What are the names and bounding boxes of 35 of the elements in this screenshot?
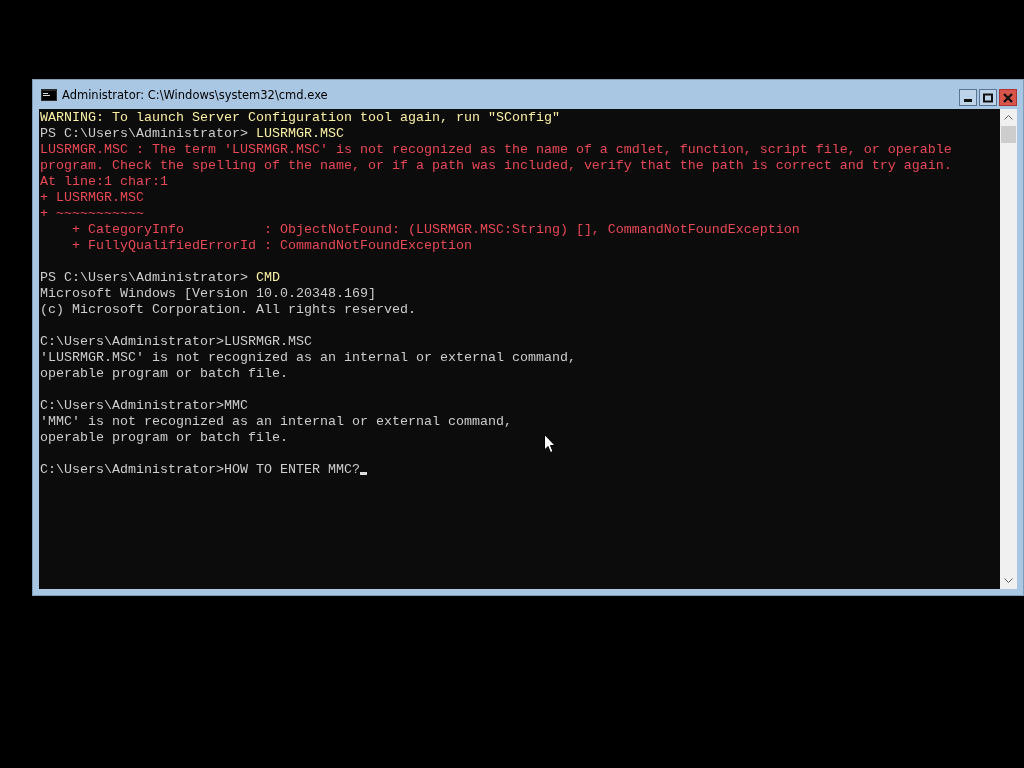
minimize-button[interactable] <box>959 89 977 106</box>
close-icon <box>1003 92 1013 103</box>
scroll-thumb[interactable] <box>1001 126 1016 143</box>
minimize-icon <box>964 99 972 102</box>
close-button[interactable] <box>999 89 1017 106</box>
output-text: (c) Microsoft Corporation. All rights reserved. <box>40 302 416 317</box>
command-text: LUSRMGR.MSC <box>223 334 312 349</box>
command-text: MMC <box>223 398 248 413</box>
output-text: WARNING: To launch Server Configuration tool again, run "SConfig" <box>40 110 560 125</box>
output-text: LUSRMGR.MSC : The term 'LUSRMGR.MSC' is not recognized as the name of a cmdlet, function, script file, or operable <box>40 142 952 157</box>
output-text: + ~~~~~~~~~~~ <box>40 206 144 221</box>
maximize-button[interactable] <box>979 89 997 106</box>
prompt-text: PS C:\Users\Administrator> <box>40 126 249 141</box>
output-text: operable program or batch file. <box>40 430 288 445</box>
output-text: 'MMC' is not recognized as an internal or external command, <box>40 414 512 429</box>
output-text: + CategoryInfo : ObjectNotFound: (LUSRMGR.MSC:String) [], CommandNotFoundException <box>71 222 800 237</box>
mouse-pointer-icon <box>544 434 556 454</box>
output-text: + FullyQualifiedErrorId : CommandNotFoundException <box>71 238 472 253</box>
command-text: CMD <box>255 270 280 285</box>
maximize-icon <box>983 92 993 103</box>
prompt-text: C:\Users\Administrator> <box>40 462 224 477</box>
command-text: LUSRMGR.MSC <box>255 126 344 141</box>
scrollbar[interactable] <box>1000 109 1017 589</box>
output-text: operable program or batch file. <box>40 366 288 381</box>
output-text: Microsoft Windows [Version 10.0.20348.169] <box>40 286 376 301</box>
prompt-text: C:\Users\Administrator> <box>40 398 224 413</box>
command-text: HOW TO ENTER MMC? <box>223 462 360 477</box>
window-title: Administrator: C:\Windows\system32\cmd.exe <box>62 87 328 102</box>
output-text: At line:1 char:1 <box>40 174 168 189</box>
console-icon <box>41 88 57 101</box>
prompt-text: PS C:\Users\Administrator> <box>40 270 249 285</box>
prompt-text: C:\Users\Administrator> <box>40 334 224 349</box>
output-text: program. Check the spelling of the name, or if a path was included, verify that the path is correct and try again. <box>40 158 952 173</box>
output-text: 'LUSRMGR.MSC' is not recognized as an internal or external command, <box>40 350 576 365</box>
output-text: + LUSRMGR.MSC <box>40 190 144 205</box>
